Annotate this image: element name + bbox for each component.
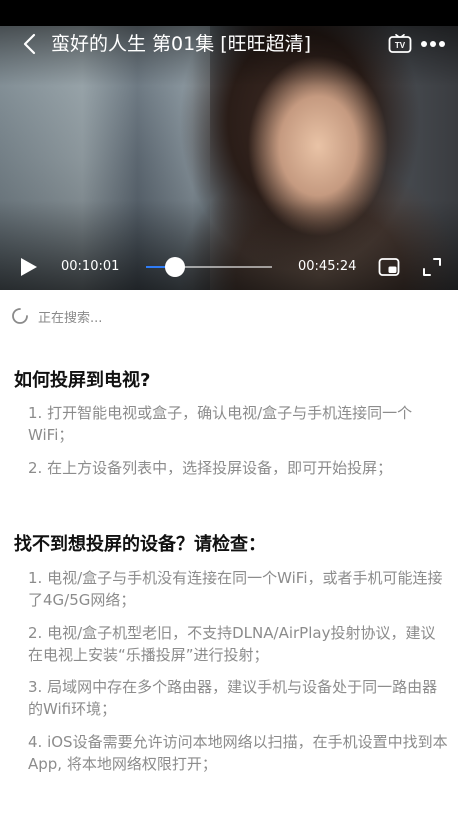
total-time: 00:45:24 bbox=[298, 259, 357, 274]
current-time: 00:10:01 bbox=[61, 259, 120, 274]
pip-button[interactable] bbox=[378, 257, 400, 277]
video-player[interactable]: 蛮好的人生 第01集 [旺旺超清] TV 00:10:01 00:45:24 bbox=[0, 26, 458, 290]
device-search-status: 正在搜索... bbox=[11, 305, 102, 327]
fullscreen-icon bbox=[423, 258, 441, 276]
search-status-text: 正在搜索... bbox=[38, 310, 103, 326]
back-button[interactable] bbox=[16, 30, 42, 58]
howto-step: 2. 在上方设备列表中，选择投屏设备，即可开始投屏； bbox=[28, 459, 393, 477]
picture-in-picture-icon bbox=[378, 258, 400, 276]
seek-thumb[interactable] bbox=[165, 257, 185, 277]
more-dots-icon bbox=[421, 41, 445, 47]
loading-spinner-icon bbox=[12, 308, 28, 324]
seek-bar[interactable] bbox=[146, 256, 272, 278]
howto-step: 1. 打开智能电视或盒子，确认电视/盒子与手机连接同一个WiFi； bbox=[28, 404, 413, 444]
video-title: 蛮好的人生 第01集 [旺旺超清] bbox=[51, 33, 312, 55]
play-icon bbox=[21, 258, 37, 276]
howto-title: 如何投屏到电视? bbox=[14, 370, 151, 391]
troubleshoot-title: 找不到想投屏的设备？请检查： bbox=[14, 534, 266, 555]
troubleshoot-item: 4. iOS设备需要允许访问本地网络以扫描，在手机设置中找到本App, 将本地网… bbox=[28, 733, 448, 773]
troubleshoot-item: 3. 局域网中存在多个路由器，建议手机与设备处于同一路由器的Wifi环境； bbox=[28, 678, 438, 718]
tv-cast-button[interactable]: TV bbox=[388, 34, 412, 54]
troubleshoot-item: 1. 电视/盒子与手机没有连接在同一个WiFi，或者手机可能连接了4G/5G网络… bbox=[28, 569, 443, 609]
svg-text:TV: TV bbox=[395, 41, 406, 50]
play-button[interactable] bbox=[16, 255, 40, 279]
status-bar bbox=[0, 0, 458, 26]
more-options-button[interactable] bbox=[420, 34, 446, 54]
tv-icon: TV bbox=[388, 34, 412, 53]
chevron-left-icon bbox=[23, 33, 36, 55]
troubleshoot-item: 2. 电视/盒子机型老旧，不支持DLNA/AirPlay投射协议，建议在电视上安… bbox=[28, 624, 436, 664]
fullscreen-button[interactable] bbox=[422, 257, 442, 277]
